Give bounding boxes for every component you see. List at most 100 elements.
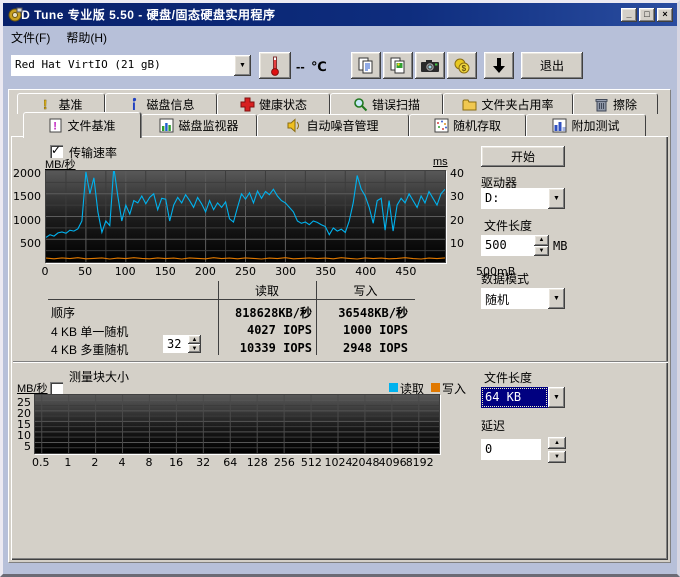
write-legend-label: 写入 xyxy=(442,380,466,397)
menu-bar: 文件(F) 帮助(H) xyxy=(3,28,677,47)
app-window: HD Tune 专业版 5.50 - 硬盘/固态硬盘实用程序 _ □ × 文件(… xyxy=(0,0,680,577)
file-length-label: 文件长度 xyxy=(484,217,532,234)
maximize-button[interactable]: □ xyxy=(639,8,655,22)
axis-tick: 40 xyxy=(450,167,464,180)
axis-tick: 300 xyxy=(271,265,301,278)
tab-label: 磁盘监视器 xyxy=(178,117,238,134)
delay-input[interactable]: 0 xyxy=(481,439,541,460)
block-size-checkbox-label: 测量块大小 xyxy=(69,368,129,385)
screenshot-button[interactable] xyxy=(415,52,445,79)
down-arrow-icon xyxy=(492,57,506,75)
tab-label: 健康状态 xyxy=(259,96,307,113)
tab-row-1: ! 基准 i 磁盘信息 健康状态 错误扫描 文件夹占用率 擦除 xyxy=(17,93,658,114)
start-button[interactable]: 开始 xyxy=(481,146,565,167)
queue-depth-value: 32 xyxy=(163,335,188,353)
bottom-chart-y-axis: 252015105 xyxy=(3,394,31,454)
axis-tick: 350 xyxy=(311,265,341,278)
spin-up-icon[interactable]: ▲ xyxy=(534,235,549,246)
tab-disk-monitor[interactable]: 磁盘监视器 xyxy=(141,114,257,136)
drive-combobox[interactable]: D: ▼ xyxy=(481,188,565,209)
section-divider xyxy=(13,361,668,362)
chevron-down-icon[interactable]: ▼ xyxy=(548,288,565,309)
menu-file[interactable]: 文件(F) xyxy=(3,27,58,48)
menu-help[interactable]: 帮助(H) xyxy=(58,27,115,48)
chevron-down-icon[interactable]: ▼ xyxy=(548,387,565,408)
tab-health[interactable]: 健康状态 xyxy=(217,93,330,114)
start-button-label: 开始 xyxy=(511,148,535,165)
axis-tick: 20 xyxy=(450,214,464,227)
save-results-button[interactable] xyxy=(484,52,514,79)
tab-label: 基准 xyxy=(58,96,82,113)
chevron-down-icon[interactable]: ▼ xyxy=(234,55,251,76)
delay-spin-down[interactable]: ▼ xyxy=(548,451,566,463)
delay-spin-up[interactable]: ▲ xyxy=(548,437,566,449)
axis-tick: 10 xyxy=(450,237,464,250)
axis-tick: 450 xyxy=(391,265,421,278)
table-write-value: 36548KB/秒 xyxy=(320,304,408,321)
axis-tick: 30 xyxy=(450,190,464,203)
app-icon xyxy=(8,7,23,22)
grid-chart-icon xyxy=(552,118,567,133)
thermometer-icon xyxy=(270,56,280,76)
axis-tick: 0 xyxy=(30,265,60,278)
svg-text:!: ! xyxy=(54,121,58,133)
table-row-label: 4 KB 多重随机 xyxy=(51,341,128,358)
data-mode-value: 随机 xyxy=(481,288,548,309)
file-length-spinner[interactable]: 500 ▲ ▼ xyxy=(481,235,549,256)
close-button[interactable]: × xyxy=(657,8,673,22)
data-mode-combobox[interactable]: 随机 ▼ xyxy=(481,288,565,309)
axis-tick: 200 xyxy=(190,265,220,278)
spin-down-icon[interactable]: ▼ xyxy=(534,246,549,257)
speaker-icon xyxy=(287,118,302,133)
file-exclamation-icon: ! xyxy=(48,118,63,133)
spin-down-icon[interactable]: ▼ xyxy=(188,344,201,353)
axis-tick: 50 xyxy=(70,265,100,278)
axis-tick: 150 xyxy=(150,265,180,278)
bottom-chart-x-axis: 0.512481632641282565121024204840968192 xyxy=(34,456,440,470)
top-chart-plot xyxy=(45,170,446,263)
bottom-chart-plot xyxy=(34,394,440,454)
file-length-value: 500 xyxy=(481,235,534,256)
tab-label: 文件基准 xyxy=(67,117,115,134)
folder-icon xyxy=(462,97,477,112)
top-chart-ylabel-right: ms xyxy=(433,156,448,168)
drive-select-combobox[interactable]: Red Hat VirtIO (21 gB) ▼ xyxy=(11,55,251,76)
table-row-label: 顺序 xyxy=(51,304,75,321)
minimize-button[interactable]: _ xyxy=(621,8,637,22)
svg-text:!: ! xyxy=(43,97,47,112)
temperature-value: -- xyxy=(296,59,305,74)
tab-folder-usage[interactable]: 文件夹占用率 xyxy=(443,93,573,114)
copy-image-button[interactable] xyxy=(383,52,413,79)
tab-aam[interactable]: 自动噪音管理 xyxy=(257,114,409,136)
axis-tick: 250 xyxy=(231,265,261,278)
tab-extra-tests[interactable]: 附加测试 xyxy=(526,114,646,136)
tab-random-access[interactable]: 随机存取 xyxy=(409,114,526,136)
axis-tick: 500 xyxy=(3,237,41,250)
file-length-unit: MB xyxy=(553,239,567,253)
queue-depth-spinner[interactable]: 32 ▲ ▼ xyxy=(163,335,201,353)
temperature-button[interactable] xyxy=(259,52,291,79)
magnifier-icon xyxy=(353,97,368,112)
tab-erase[interactable]: 擦除 xyxy=(573,93,658,114)
tab-label: 磁盘信息 xyxy=(146,96,194,113)
tab-file-benchmark-active[interactable]: ! 文件基准 xyxy=(23,112,141,138)
title-bar[interactable]: HD Tune 专业版 5.50 - 硬盘/固态硬盘实用程序 _ □ × xyxy=(3,3,677,26)
table-write-value: 2948 IOPS xyxy=(320,341,408,355)
delay-label: 延迟 xyxy=(481,417,505,434)
tab-row-2: ! 文件基准 磁盘监视器 自动噪音管理 随机存取 附加测试 xyxy=(23,114,646,136)
tab-benchmark[interactable]: ! 基准 xyxy=(17,93,105,114)
block-file-length-value: 64 KB xyxy=(481,387,548,408)
copy-text-button[interactable] xyxy=(351,52,381,79)
exit-button[interactable]: 退出 xyxy=(521,52,583,79)
copy-text-icon xyxy=(357,57,375,75)
tab-error-scan[interactable]: 错误扫描 xyxy=(330,93,443,114)
table-col-read: 读取 xyxy=(218,282,316,299)
spin-up-icon[interactable]: ▲ xyxy=(188,335,201,344)
donate-button[interactable]: $ xyxy=(447,52,477,79)
tab-disk-info[interactable]: i 磁盘信息 xyxy=(105,93,217,114)
trash-icon xyxy=(594,97,609,112)
top-chart-right-axis: 40 30 20 10 xyxy=(450,170,480,263)
chevron-down-icon[interactable]: ▼ xyxy=(548,188,565,209)
axis-tick: 5 xyxy=(3,440,31,453)
block-file-length-combobox[interactable]: 64 KB ▼ xyxy=(481,387,565,408)
